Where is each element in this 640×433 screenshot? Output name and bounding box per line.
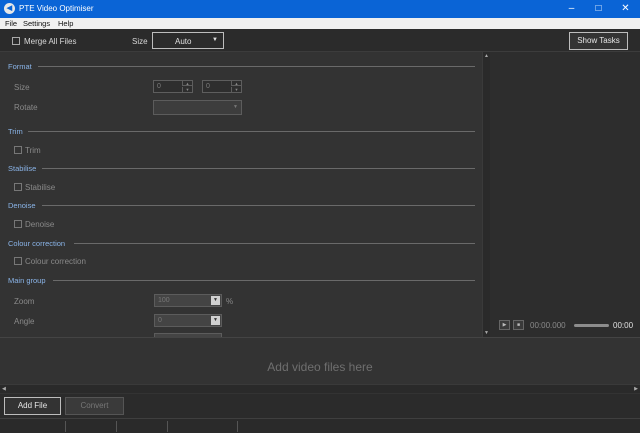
- size-label: Size: [132, 37, 148, 46]
- zoom-select[interactable]: 100 ▼: [154, 294, 222, 307]
- divider: [53, 280, 475, 281]
- zoom-value: 100: [158, 297, 170, 304]
- stabilise-checkbox[interactable]: [14, 183, 22, 191]
- colour-correction-label: Colour correction: [25, 257, 86, 266]
- section-denoise-title: Denoise: [8, 201, 36, 210]
- divider: [42, 205, 475, 206]
- angle-value: 0: [158, 317, 162, 324]
- trim-label: Trim: [25, 146, 41, 155]
- play-icon[interactable]: ▶: [499, 320, 510, 330]
- angle-label: Angle: [14, 317, 35, 326]
- scroll-right-icon[interactable]: ▶: [634, 386, 638, 392]
- rotate-label: Rotate: [14, 103, 38, 112]
- scroll-down-icon[interactable]: ▼: [484, 330, 489, 336]
- format-size-label: Size: [14, 83, 30, 92]
- maximize-icon[interactable]: □: [585, 0, 612, 18]
- scroll-up-icon[interactable]: ▲: [484, 53, 489, 59]
- increment-icon[interactable]: ▲: [182, 81, 192, 86]
- width-value: 0: [157, 83, 161, 90]
- preview-panel: [490, 52, 640, 337]
- colour-correction-checkbox[interactable]: [14, 257, 22, 265]
- divider: [116, 421, 117, 432]
- menu-bar: File Settings Help: [0, 18, 640, 29]
- chevron-down-icon: ▼: [212, 37, 218, 43]
- convert-button[interactable]: Convert: [65, 397, 124, 415]
- window-title: PTE Video Optimiser: [19, 4, 94, 13]
- height-stepper[interactable]: 0 ▲ ▼: [202, 80, 242, 93]
- denoise-checkbox[interactable]: [14, 220, 22, 228]
- chevron-down-icon: ▼: [211, 316, 220, 325]
- width-stepper[interactable]: 0 ▲ ▼: [153, 80, 193, 93]
- divider: [167, 421, 168, 432]
- height-value: 0: [206, 83, 210, 90]
- section-trim-title: Trim: [8, 127, 23, 136]
- current-time: 00:00.000: [530, 321, 566, 330]
- vertical-scrollbar[interactable]: ▲ ▼: [482, 52, 490, 337]
- decrement-icon[interactable]: ▼: [182, 87, 192, 92]
- menu-file[interactable]: File: [5, 19, 17, 28]
- status-bar: [0, 418, 640, 433]
- zoom-label: Zoom: [14, 297, 35, 306]
- divider: [42, 168, 475, 169]
- denoise-label: Denoise: [25, 220, 55, 229]
- timeline-slider[interactable]: [574, 324, 609, 327]
- merge-all-files-checkbox[interactable]: [12, 37, 20, 45]
- section-format-title: Format: [8, 62, 32, 71]
- divider: [28, 131, 475, 132]
- scroll-left-icon[interactable]: ◀: [2, 386, 6, 392]
- stop-icon[interactable]: ■: [513, 320, 524, 330]
- chevron-down-icon: ▼: [233, 104, 238, 110]
- divider: [38, 66, 475, 67]
- settings-panel[interactable]: Format Size 0 ▲ ▼ 0 ▲ ▼ Rotate ▼ Trim Tr…: [0, 52, 482, 337]
- close-icon[interactable]: ✕: [612, 0, 639, 18]
- angle-select[interactable]: 0 ▼: [154, 314, 222, 327]
- merge-all-files-label: Merge All Files: [24, 37, 77, 46]
- zoom-unit: %: [226, 297, 234, 306]
- stabilise-label: Stabilise: [25, 183, 56, 192]
- drop-zone-hint: Add video files here: [267, 360, 373, 374]
- horizontal-scrollbar[interactable]: ◀ ▶: [0, 384, 640, 393]
- rotate-select[interactable]: ▼: [153, 100, 242, 115]
- size-select-value: Auto: [175, 37, 192, 46]
- size-select[interactable]: Auto ▼: [152, 32, 224, 49]
- decrement-icon[interactable]: ▼: [231, 87, 241, 92]
- toolbar: [0, 29, 640, 52]
- section-main-group-title: Main group: [8, 276, 46, 285]
- divider: [74, 243, 475, 244]
- show-tasks-button[interactable]: Show Tasks: [569, 32, 628, 50]
- title-bar: ◀ PTE Video Optimiser – □ ✕: [0, 0, 640, 18]
- trim-checkbox[interactable]: [14, 146, 22, 154]
- chevron-down-icon: ▼: [211, 296, 220, 305]
- app-logo-icon: ◀: [4, 3, 15, 14]
- minimize-icon[interactable]: –: [558, 0, 585, 18]
- divider: [237, 421, 238, 432]
- section-colour-title: Colour correction: [8, 239, 66, 248]
- divider: [65, 421, 66, 432]
- total-time: 00:00: [613, 321, 634, 330]
- menu-settings[interactable]: Settings: [23, 19, 50, 28]
- menu-help[interactable]: Help: [58, 19, 73, 28]
- add-file-button[interactable]: Add File: [4, 397, 61, 415]
- section-stabilise-title: Stabilise: [8, 164, 37, 173]
- increment-icon[interactable]: ▲: [231, 81, 241, 86]
